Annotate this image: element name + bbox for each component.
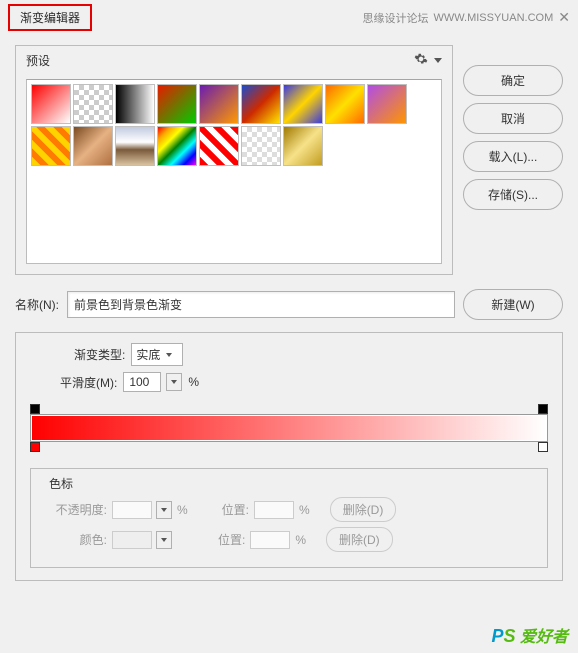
ok-button[interactable]: 确定 [463,65,563,96]
stops-header: 色标 [43,475,535,492]
dialog-body: 预设 [0,35,578,581]
position-unit: % [299,503,310,517]
watermark-cn: 爱好者 [516,629,568,646]
chevron-down-icon [166,353,172,357]
gradient-type-label: 渐变类型: [74,346,125,363]
opacity-stop-row[interactable] [30,400,548,414]
chevron-down-icon [161,508,167,512]
color-stop[interactable] [30,442,40,452]
forum-name: 思缘设计论坛 [362,10,428,26]
watermark: PS 爱好者 [492,623,568,647]
preset-swatch[interactable] [283,84,323,124]
smoothness-row: 平滑度(M): 100 % [30,372,548,392]
opacity-position-input [254,501,294,519]
preset-swatch[interactable] [199,126,239,166]
chevron-down-icon [161,538,167,542]
color-stop-row[interactable] [30,442,548,456]
color-stepper [156,531,172,549]
name-row: 名称(N): 前景色到背景色渐变 新建(W) [15,289,563,320]
credits: 思缘设计论坛 WWW.MISSYUAN.COM ✕ [362,9,570,26]
color-position-input [250,531,290,549]
position-label: 位置: [222,501,249,518]
preset-swatch[interactable] [157,84,197,124]
site-url: WWW.MISSYUAN.COM [433,12,553,24]
presets-label: 预设 [26,52,50,69]
color-delete-button: 删除(D) [326,527,393,552]
name-input[interactable]: 前景色到背景色渐变 [67,291,455,318]
preset-swatch[interactable] [31,84,71,124]
opacity-input [112,501,152,519]
side-buttons: 确定 取消 载入(L)... 存储(S)... [463,65,563,210]
name-label: 名称(N): [15,296,59,313]
preset-swatch[interactable] [199,84,239,124]
smoothness-stepper[interactable] [166,373,182,391]
watermark-s: S [504,626,516,646]
new-button[interactable]: 新建(W) [463,289,563,320]
opacity-delete-button: 删除(D) [330,497,397,522]
presets-panel: 预设 [15,45,453,275]
save-button[interactable]: 存储(S)... [463,179,563,210]
gradient-panel: 渐变类型: 实底 平滑度(M): 100 % [15,332,563,581]
preset-swatch[interactable] [283,126,323,166]
position-unit: % [295,533,306,547]
load-button[interactable]: 载入(L)... [463,141,563,172]
color-stop[interactable] [538,442,548,452]
preset-swatch[interactable] [115,126,155,166]
gradient-type-row: 渐变类型: 实底 [30,343,548,366]
opacity-unit: % [177,503,188,517]
preset-swatch[interactable] [115,84,155,124]
opacity-stop[interactable] [30,404,40,414]
dialog-title: 渐变编辑器 [8,4,92,31]
cancel-button[interactable]: 取消 [463,103,563,134]
preset-swatch[interactable] [73,126,113,166]
position-label: 位置: [218,531,245,548]
gradient-type-value: 实底 [136,346,160,363]
gear-icon[interactable] [414,52,428,69]
color-stop-controls: 颜色: 位置: % 删除(D) [43,527,535,552]
presets-grid [26,79,442,264]
opacity-stop[interactable] [538,404,548,414]
opacity-stepper [156,501,172,519]
gradient-type-select[interactable]: 实底 [131,343,183,366]
stops-panel: 色标 不透明度: % 位置: % 删除(D) 颜色: 位置: % [30,468,548,568]
title-bar: 渐变编辑器 思缘设计论坛 WWW.MISSYUAN.COM ✕ [0,0,578,35]
watermark-p: P [492,626,504,646]
gradient-bar[interactable] [30,414,548,442]
gradient-bar-editor [30,400,548,462]
close-icon[interactable]: ✕ [558,9,570,26]
preset-swatch[interactable] [241,126,281,166]
presets-header: 预设 [16,46,452,75]
preset-swatch[interactable] [31,126,71,166]
color-well [112,531,152,549]
chevron-down-icon [171,380,177,384]
preset-swatch[interactable] [325,84,365,124]
opacity-stop-controls: 不透明度: % 位置: % 删除(D) [43,497,535,522]
preset-swatch[interactable] [367,84,407,124]
smoothness-label: 平滑度(M): [60,374,117,391]
preset-swatch[interactable] [157,126,197,166]
presets-menu-caret-icon[interactable] [434,58,442,63]
preset-swatch[interactable] [73,84,113,124]
smoothness-unit: % [188,375,199,389]
opacity-label: 不透明度: [43,501,107,518]
smoothness-input[interactable]: 100 [123,372,161,392]
color-label: 颜色: [43,531,107,548]
preset-swatch[interactable] [241,84,281,124]
